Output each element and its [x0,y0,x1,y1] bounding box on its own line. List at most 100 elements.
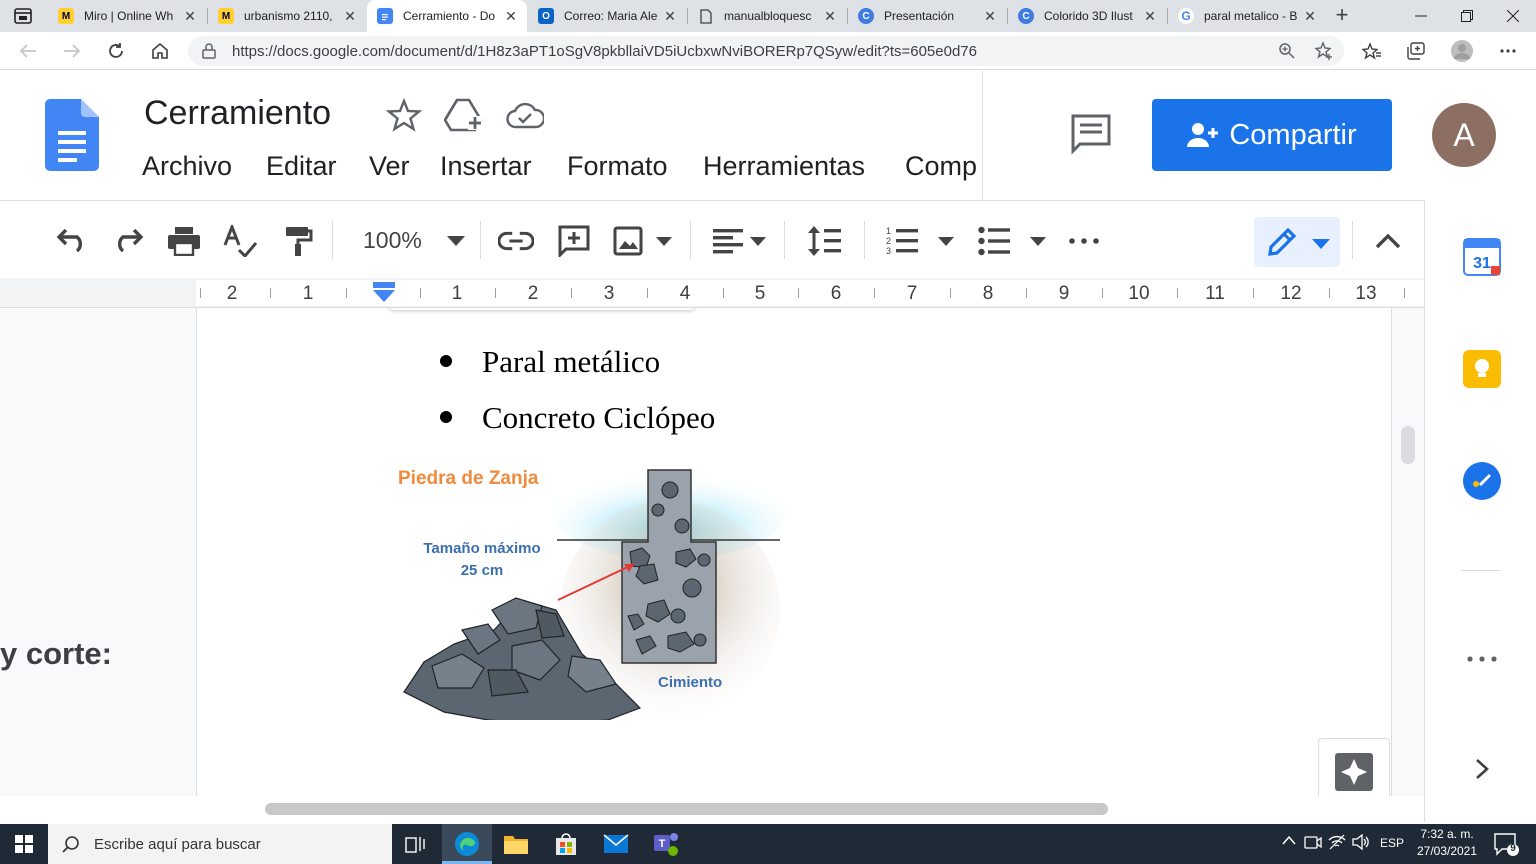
horizontal-scrollbar[interactable] [0,796,1424,822]
task-view-icon[interactable] [402,830,430,858]
keep-icon[interactable] [1463,350,1501,388]
browser-tab-strip: M Miro | Online Wh ✕ M urbanismo 2110, ✕… [0,0,1536,32]
numbered-list-icon[interactable]: 123 [884,223,920,259]
calendar-icon[interactable]: 31 [1463,238,1501,276]
star-icon[interactable] [385,97,423,137]
collapse-toolbar-icon[interactable] [1370,223,1406,259]
zoom-icon[interactable] [1278,42,1296,65]
mail-icon[interactable] [602,830,630,858]
redo-icon[interactable] [110,223,146,259]
undo-icon[interactable] [54,223,90,259]
list-item[interactable]: Concreto Ciclópeo [440,400,715,436]
profile-icon[interactable] [1448,37,1476,65]
add-favorite-icon[interactable] [1314,41,1334,66]
show-hidden-icons-icon[interactable] [1282,834,1296,848]
network-icon[interactable] [1328,834,1346,853]
forward-icon[interactable] [58,37,86,65]
chevron-down-icon[interactable] [646,223,682,259]
chevron-down-icon[interactable] [438,223,474,259]
collections-icon[interactable] [1402,37,1430,65]
reload-icon[interactable] [102,37,130,65]
foundation-figure[interactable]: Piedra de Zanja Tamaño máximo 25 cm Cimi… [392,460,788,725]
tab-actions-icon[interactable] [14,8,32,24]
spellcheck-icon[interactable] [222,223,258,259]
list-item[interactable]: Paral metálico [440,344,660,380]
taskbar-search-field[interactable]: Escribe aquí para buscar [48,824,392,864]
vertical-scrollbar[interactable] [1401,426,1415,464]
browser-tab[interactable]: M Miro | Online Wh ✕ [48,0,206,32]
notification-center-icon[interactable]: 9 [1494,833,1520,862]
explore-button[interactable] [1318,738,1390,796]
document-page[interactable] [196,308,1392,796]
zoom-select[interactable]: 100% [363,227,422,254]
editing-mode-button[interactable] [1254,217,1340,267]
menu-complementos[interactable]: Comp [905,151,981,182]
close-icon[interactable]: ✕ [182,8,198,25]
bulleted-list-icon[interactable] [976,223,1012,259]
menu-editar[interactable]: Editar [266,151,337,182]
menu-insertar[interactable]: Insertar [440,151,532,182]
close-icon[interactable]: ✕ [1302,8,1318,25]
add-comment-icon[interactable] [556,223,592,259]
docs-home-icon[interactable] [45,99,99,176]
chevron-down-icon[interactable] [928,223,964,259]
insert-image-icon[interactable] [610,223,646,259]
chevron-down-icon[interactable] [740,223,776,259]
close-icon[interactable]: ✕ [342,8,358,25]
close-icon[interactable]: ✕ [1142,8,1158,25]
tab-title: urbanismo 2110, [244,9,333,23]
menu-herramientas[interactable]: Herramientas [703,151,865,182]
document-title[interactable]: Cerramiento [144,94,331,133]
share-button[interactable]: Compartir [1152,99,1392,171]
close-icon[interactable]: ✕ [822,8,838,25]
more-options-icon[interactable] [1066,223,1102,259]
browser-tab[interactable]: M urbanismo 2110, ✕ [208,0,366,32]
more-addons-icon[interactable] [1463,640,1501,678]
close-window-button[interactable] [1490,0,1536,32]
browser-tab[interactable]: C Presentación ✕ [848,0,1006,32]
print-icon[interactable] [166,223,202,259]
more-icon[interactable] [1494,37,1522,65]
favorites-icon[interactable] [1358,37,1386,65]
ruler[interactable]: 2 1 1 2 3 4 5 6 7 8 9 10 11 12 13 [0,278,1424,308]
avatar[interactable]: A [1432,103,1496,167]
comments-icon[interactable] [1070,113,1112,160]
menu-archivo[interactable]: Archivo [142,151,232,182]
link-icon[interactable] [498,223,534,259]
browser-tab[interactable]: O Correo: Maria Ale ✕ [528,0,686,32]
back-icon[interactable] [14,37,42,65]
meet-now-icon[interactable] [1304,834,1322,853]
browser-tab-active[interactable]: Cerramiento - Do ✕ [367,0,527,32]
chevron-right-icon[interactable] [1463,750,1501,788]
browser-tab[interactable]: C Colorido 3D Ilust ✕ [1008,0,1166,32]
browser-tab[interactable]: G paral metalico - B ✕ [1168,0,1326,32]
teams-icon[interactable]: T [652,830,680,858]
horizontal-scrollbar-thumb[interactable] [265,803,1108,815]
menu-ver[interactable]: Ver [369,151,410,182]
menu-formato[interactable]: Formato [567,151,668,182]
lock-icon[interactable] [202,43,216,64]
language-indicator[interactable]: ESP [1380,836,1404,850]
close-icon[interactable]: ✕ [982,8,998,25]
restore-button[interactable] [1444,0,1490,32]
file-explorer-icon[interactable] [502,830,530,858]
minimize-button[interactable] [1398,0,1444,32]
store-icon[interactable] [552,830,580,858]
close-icon[interactable]: ✕ [503,8,519,25]
indent-marker-icon[interactable] [371,282,397,309]
close-icon[interactable]: ✕ [662,8,678,25]
edge-taskbar-item[interactable] [442,824,492,864]
move-to-drive-icon[interactable] [443,98,484,137]
volume-icon[interactable] [1352,833,1370,853]
url-field[interactable]: https://docs.google.com/document/d/1H8z3… [188,36,1344,66]
home-icon[interactable] [146,37,174,65]
cloud-saved-icon[interactable] [506,102,546,135]
line-spacing-icon[interactable] [806,223,842,259]
paint-format-icon[interactable] [280,223,316,259]
tasks-icon[interactable] [1463,462,1501,500]
browser-tab[interactable]: manualbloquesc ✕ [688,0,846,32]
chevron-down-icon[interactable] [1020,223,1056,259]
clock[interactable]: 7:32 a. m. 27/03/2021 [1404,826,1490,860]
new-tab-button[interactable]: + [1330,4,1354,28]
windows-start-icon[interactable] [10,830,38,858]
